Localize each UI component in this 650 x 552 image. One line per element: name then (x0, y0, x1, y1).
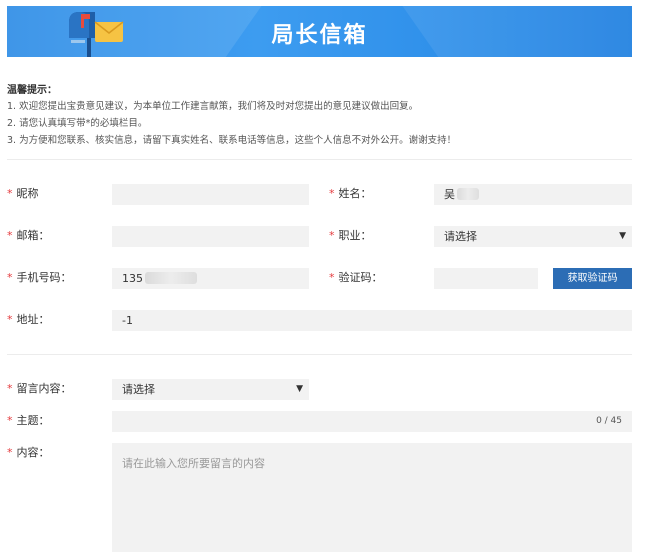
divider (7, 354, 632, 355)
tip-line: 1. 欢迎您提出宝贵意见建议，为本单位工作建言献策，我们将及时对您提出的意见建议… (7, 101, 419, 112)
phone-label-text: 手机号码： (16, 271, 72, 284)
occupation-label-text: 职业： (338, 229, 372, 242)
captcha-label: * 验证码： (329, 268, 383, 288)
occupation-value: 请选择 (444, 230, 477, 243)
message-type-select[interactable]: 请选择 ▼ (112, 379, 309, 400)
header-banner: 局长信箱 (7, 6, 632, 57)
message-type-label: * 留言内容： (7, 379, 72, 399)
name-label: * 姓名： (329, 184, 372, 204)
subject-label: * 主题： (7, 411, 50, 431)
email-input[interactable] (112, 226, 309, 247)
address-label-text: 地址： (16, 313, 50, 326)
name-value: 吴 (444, 188, 455, 201)
occupation-label: * 职业： (329, 226, 372, 246)
occupation-select[interactable]: 请选择 ▼ (434, 226, 632, 247)
address-value: -1 (122, 314, 133, 327)
email-label-text: 邮箱： (16, 229, 50, 242)
subject-label-text: 主题： (16, 414, 50, 427)
divider (7, 159, 632, 160)
phone-input[interactable]: 135 (112, 268, 309, 289)
required-mark: * (7, 313, 13, 326)
get-captcha-button[interactable]: 获取验证码 (553, 268, 632, 289)
redacted-blur (457, 188, 479, 200)
required-mark: * (7, 446, 13, 459)
tip-line: 2. 请您认真填写带*的必填栏目。 (7, 118, 148, 129)
email-label: * 邮箱： (7, 226, 50, 246)
page-title: 局长信箱 (271, 23, 368, 48)
name-input[interactable]: 吴 (434, 184, 632, 205)
subject-char-counter: 0 / 45 (596, 416, 622, 426)
required-mark: * (7, 187, 13, 200)
chevron-down-icon: ▼ (619, 231, 626, 241)
required-mark: * (329, 187, 335, 200)
captcha-label-text: 验证码： (338, 271, 383, 284)
phone-label: * 手机号码： (7, 268, 72, 288)
tips-title: 温馨提示： (7, 85, 57, 96)
required-mark: * (329, 229, 335, 242)
redacted-blur (145, 272, 197, 284)
subject-input[interactable]: 0 / 45 (112, 411, 632, 432)
required-mark: * (7, 229, 13, 242)
name-label-text: 姓名： (338, 187, 372, 200)
message-type-label-text: 留言内容： (16, 382, 72, 395)
required-mark: * (7, 382, 13, 395)
tip-line: 3. 为方便和您联系、核实信息，请留下真实姓名、联系电话等信息，这些个人信息不对… (7, 135, 457, 146)
address-input[interactable]: -1 (112, 310, 632, 331)
required-mark: * (7, 271, 13, 284)
content-placeholder: 请在此输入您所要留言的内容 (122, 457, 265, 470)
nickname-label-text: 昵称 (16, 187, 39, 200)
message-type-value: 请选择 (122, 383, 155, 396)
required-mark: * (7, 414, 13, 427)
content-textarea[interactable]: 请在此输入您所要留言的内容 (112, 443, 632, 552)
phone-value: 135 (122, 272, 143, 285)
nickname-input[interactable] (112, 184, 309, 205)
tips-section: 温馨提示： 1. 欢迎您提出宝贵意见建议，为本单位工作建言献策，我们将及时对您提… (7, 83, 632, 149)
content-label: * 内容： (7, 443, 50, 463)
required-mark: * (329, 271, 335, 284)
address-label: * 地址： (7, 310, 50, 330)
chevron-down-icon: ▼ (296, 384, 303, 394)
content-label-text: 内容： (16, 446, 50, 459)
nickname-label: * 昵称 (7, 184, 39, 204)
captcha-input[interactable] (434, 268, 538, 289)
